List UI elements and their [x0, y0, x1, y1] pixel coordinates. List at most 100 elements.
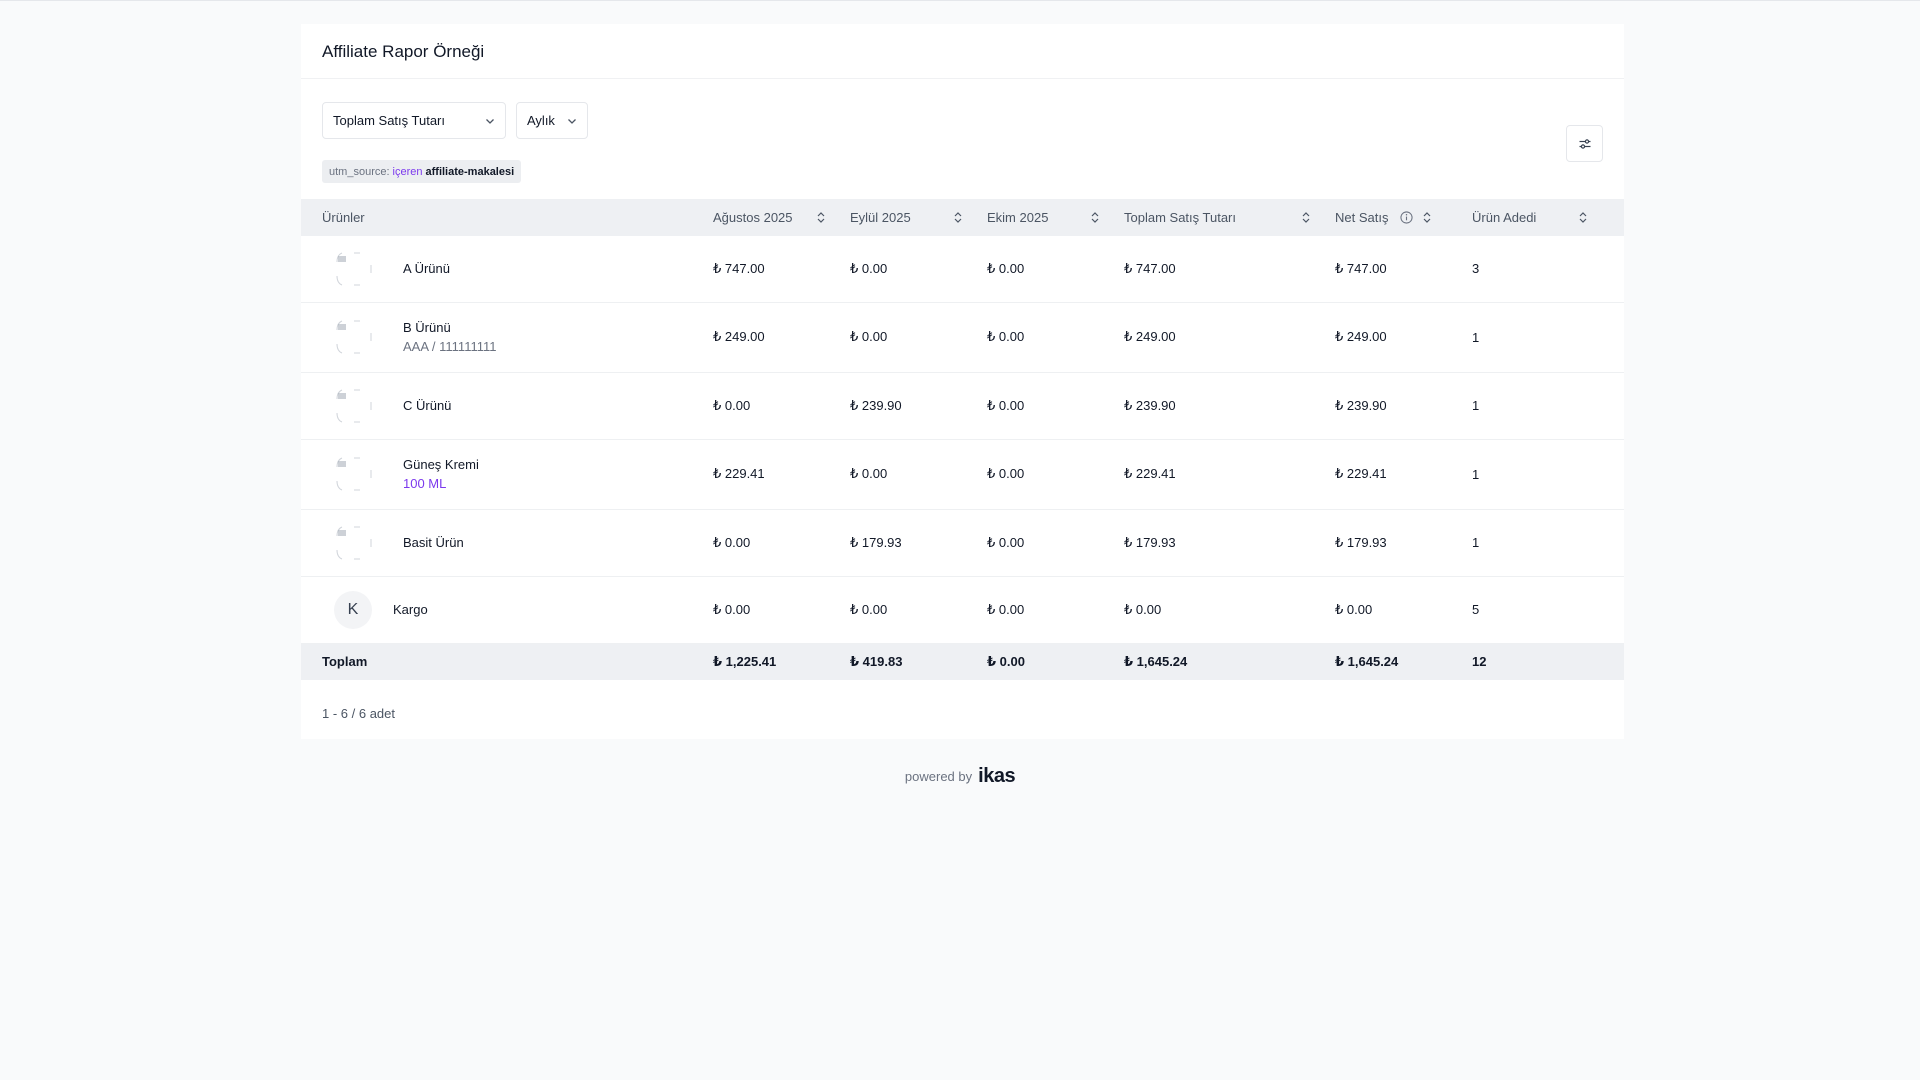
product-name: Güneş Kremi	[403, 457, 479, 472]
cell-total: ₺ 239.90	[1124, 397, 1176, 413]
product-name: Kargo	[393, 602, 428, 617]
column-header-sep[interactable]: Eylül 2025	[850, 199, 987, 236]
cell-sep: ₺ 0.00	[850, 260, 888, 276]
cell-aug: ₺ 0.00	[713, 601, 751, 617]
sort-icon[interactable]	[1090, 211, 1100, 224]
report-table: Ürünler Ağustos 2025 Eylül 2025 Ekim 202…	[301, 199, 1624, 680]
chevron-down-icon	[568, 119, 576, 124]
column-header-products: Ürünler	[322, 210, 365, 225]
brand-logo[interactable]: ikas	[978, 765, 1015, 788]
cell-sep: ₺ 0.00	[850, 601, 888, 617]
total-oct: ₺ 0.00	[987, 653, 1025, 669]
metric-select-value: Toplam Satış Tutarı	[333, 113, 445, 128]
product-name: B Ürünü	[403, 320, 451, 335]
sort-icon[interactable]	[816, 211, 826, 224]
cell-oct: ₺ 0.00	[987, 397, 1025, 413]
broken-image-icon	[334, 455, 374, 493]
filter-chip-operator: içeren	[392, 165, 423, 178]
sort-icon[interactable]	[1301, 211, 1311, 224]
product-variant[interactable]: 100 ML	[403, 476, 479, 491]
pagination-info: 1 - 6 / 6 adet	[322, 706, 395, 721]
info-icon[interactable]	[1400, 211, 1413, 224]
table-row[interactable]: K Kargo ₺ 0.00 ₺ 0.00 ₺ 0.00 ₺ 0.00 ₺ 0.…	[301, 576, 1624, 643]
cell-qty: 1	[1472, 329, 1480, 345]
cell-sep: ₺ 0.00	[850, 329, 888, 344]
cell-total: ₺ 747.00	[1124, 260, 1176, 276]
page-title: Affiliate Rapor Örneği	[322, 42, 485, 61]
cell-net: ₺ 747.00	[1335, 260, 1387, 276]
table-settings-button[interactable]	[1566, 125, 1603, 162]
cell-aug: ₺ 229.41	[713, 466, 765, 481]
table-row[interactable]: Güneş Kremi 100 ML ₺ 229.41 ₺ 0.00 ₺ 0.0…	[301, 439, 1624, 509]
chevron-down-icon	[486, 119, 494, 124]
table-total-row: Toplam ₺ 1,225.41 ₺ 419.83 ₺ 0.00 ₺ 1,64…	[301, 643, 1624, 680]
sort-icon[interactable]	[1422, 211, 1432, 224]
product-name: A Ürünü	[403, 261, 450, 277]
broken-image-icon	[334, 318, 374, 356]
column-header-aug[interactable]: Ağustos 2025	[713, 199, 850, 236]
total-sep: ₺ 419.83	[850, 653, 903, 669]
sort-icon[interactable]	[1578, 211, 1588, 224]
total-label: Toplam	[322, 654, 368, 670]
cell-oct: ₺ 0.00	[987, 260, 1025, 276]
cell-sep: ₺ 179.93	[850, 534, 902, 550]
product-name: Basit Ürün	[403, 535, 464, 550]
period-select-value: Aylık	[527, 113, 555, 128]
filter-bar: Toplam Satış Tutarı Aylık utm_source: iç…	[301, 79, 1624, 199]
column-header-total[interactable]: Toplam Satış Tutarı	[1124, 199, 1335, 236]
cell-total: ₺ 249.00	[1124, 329, 1176, 344]
cell-qty: 1	[1472, 535, 1480, 550]
cell-sep: ₺ 0.00	[850, 466, 888, 481]
total-total: ₺ 1,645.24	[1124, 653, 1188, 669]
column-header-net[interactable]: Net Satış	[1335, 199, 1472, 236]
filter-chip-key: utm_source:	[329, 165, 390, 178]
total-qty: 12	[1472, 654, 1487, 670]
broken-image-icon	[334, 524, 374, 562]
cell-net: ₺ 0.00	[1335, 601, 1373, 617]
cell-aug: ₺ 0.00	[713, 534, 751, 550]
table-row[interactable]: C Ürünü ₺ 0.00 ₺ 239.90 ₺ 0.00 ₺ 239.90 …	[301, 372, 1624, 439]
table-row[interactable]: B Ürünü AAA / 111111111 ₺ 249.00 ₺ 0.00 …	[301, 302, 1624, 372]
metric-select[interactable]: Toplam Satış Tutarı	[322, 102, 506, 139]
cell-oct: ₺ 0.00	[987, 466, 1025, 481]
cell-qty: 1	[1472, 466, 1480, 482]
filter-chip[interactable]: utm_source: içeren affiliate-makalesi	[322, 160, 522, 183]
cell-net: ₺ 179.93	[1335, 534, 1387, 550]
cell-aug: ₺ 249.00	[713, 329, 765, 344]
cell-oct: ₺ 0.00	[987, 601, 1025, 617]
cell-total: ₺ 0.00	[1124, 601, 1162, 617]
cell-oct: ₺ 0.00	[987, 534, 1025, 550]
product-name: C Ürünü	[403, 398, 452, 413]
cell-net: ₺ 239.90	[1335, 397, 1387, 413]
powered-by: powered by ikas	[0, 765, 1920, 788]
table-row[interactable]: Basit Ürün ₺ 0.00 ₺ 179.93 ₺ 0.00 ₺ 179.…	[301, 509, 1624, 576]
product-variant: AAA / 111111111	[403, 339, 497, 354]
powered-by-text: powered by	[904, 769, 973, 784]
broken-image-icon	[334, 387, 374, 425]
column-header-qty[interactable]: Ürün Adedi	[1472, 199, 1624, 236]
cell-sep: ₺ 239.90	[850, 397, 902, 413]
report-header: Affiliate Rapor Örneği	[301, 24, 1624, 79]
cell-qty: 5	[1472, 602, 1480, 617]
cell-qty: 1	[1472, 398, 1480, 413]
cell-total: ₺ 229.41	[1124, 466, 1176, 481]
cell-net: ₺ 249.00	[1335, 329, 1387, 344]
sliders-icon	[1579, 138, 1590, 149]
cell-oct: ₺ 0.00	[987, 329, 1025, 344]
broken-image-icon	[334, 250, 374, 288]
report-card: Affiliate Rapor Örneği Toplam Satış Tuta…	[301, 24, 1624, 739]
cell-aug: ₺ 0.00	[713, 397, 751, 413]
cell-total: ₺ 179.93	[1124, 534, 1176, 550]
filter-chip-value: affiliate-makalesi	[425, 165, 515, 178]
table-header-row: Ürünler Ağustos 2025 Eylül 2025 Ekim 202…	[301, 199, 1624, 236]
cell-aug: ₺ 747.00	[713, 260, 765, 276]
cell-net: ₺ 229.41	[1335, 466, 1387, 481]
column-header-oct[interactable]: Ekim 2025	[987, 199, 1124, 236]
total-aug: ₺ 1,225.41	[713, 653, 777, 669]
cell-qty: 3	[1472, 261, 1480, 277]
table-row[interactable]: A Ürünü ₺ 747.00 ₺ 0.00 ₺ 0.00 ₺ 747.00 …	[301, 236, 1624, 302]
avatar: K	[334, 590, 372, 629]
period-select[interactable]: Aylık	[516, 102, 588, 139]
total-net: ₺ 1,645.24	[1335, 653, 1399, 669]
sort-icon[interactable]	[953, 211, 963, 224]
